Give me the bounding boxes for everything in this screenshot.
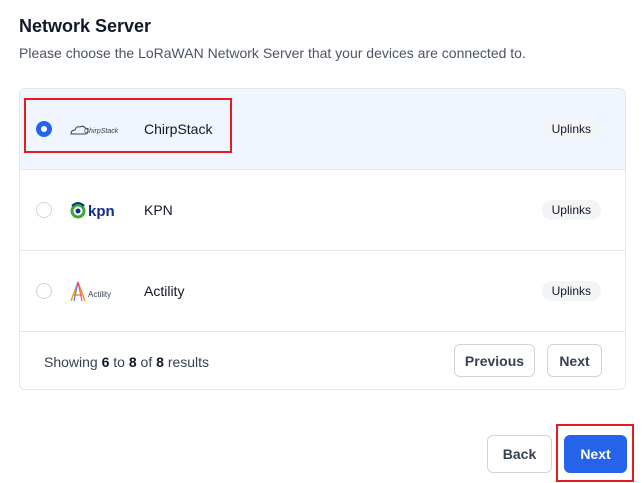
- radio-actility[interactable]: [36, 283, 52, 299]
- radio-kpn[interactable]: [36, 202, 52, 218]
- uplinks-badge: Uplinks: [541, 119, 601, 139]
- results-summary: Showing 6 to 8 of 8 results: [44, 354, 209, 370]
- server-option-chirpstack[interactable]: ChirpStack ChirpStack Uplinks: [20, 89, 625, 170]
- actility-triangle-icon: Actility: [70, 281, 111, 302]
- uplinks-badge: Uplinks: [541, 200, 601, 220]
- network-server-list: ChirpStack ChirpStack Uplinks kpn KPN Up…: [19, 88, 626, 390]
- page-title: Network Server: [19, 16, 152, 36]
- server-option-actility[interactable]: Actility Actility Uplinks: [20, 251, 625, 332]
- actility-logo-text: Actility: [88, 290, 111, 299]
- chirpstack-logo-text: ChirpStack: [84, 128, 119, 135]
- pagination-bar: Showing 6 to 8 of 8 results Previous Nex…: [20, 332, 625, 389]
- results-prefix: Showing: [44, 354, 98, 370]
- radio-chirpstack[interactable]: [36, 121, 52, 137]
- results-from: 6: [101, 354, 110, 370]
- results-to-word: to: [113, 354, 125, 370]
- kpn-logo: kpn: [68, 194, 128, 228]
- server-option-kpn[interactable]: kpn KPN Uplinks: [20, 170, 625, 251]
- results-to: 8: [128, 354, 137, 370]
- next-button[interactable]: Next: [564, 435, 627, 473]
- results-total: 8: [156, 354, 164, 370]
- actility-logo: Actility: [68, 275, 128, 309]
- kpn-swirl-icon: kpn: [70, 202, 115, 220]
- next-page-button[interactable]: Next: [547, 344, 602, 377]
- server-name: Actility: [144, 283, 185, 299]
- server-name: ChirpStack: [144, 121, 213, 137]
- kpn-logo-text: kpn: [88, 203, 115, 220]
- back-button[interactable]: Back: [487, 435, 552, 473]
- cloud-icon: ChirpStack: [70, 125, 119, 135]
- uplinks-badge: Uplinks: [541, 281, 601, 301]
- results-suffix: results: [167, 354, 210, 370]
- previous-page-button[interactable]: Previous: [454, 344, 535, 377]
- results-of-word: of: [140, 354, 153, 370]
- page-subtitle: Please choose the LoRaWAN Network Server…: [19, 45, 526, 61]
- server-name: KPN: [144, 202, 173, 218]
- chirpstack-logo: ChirpStack: [68, 113, 128, 147]
